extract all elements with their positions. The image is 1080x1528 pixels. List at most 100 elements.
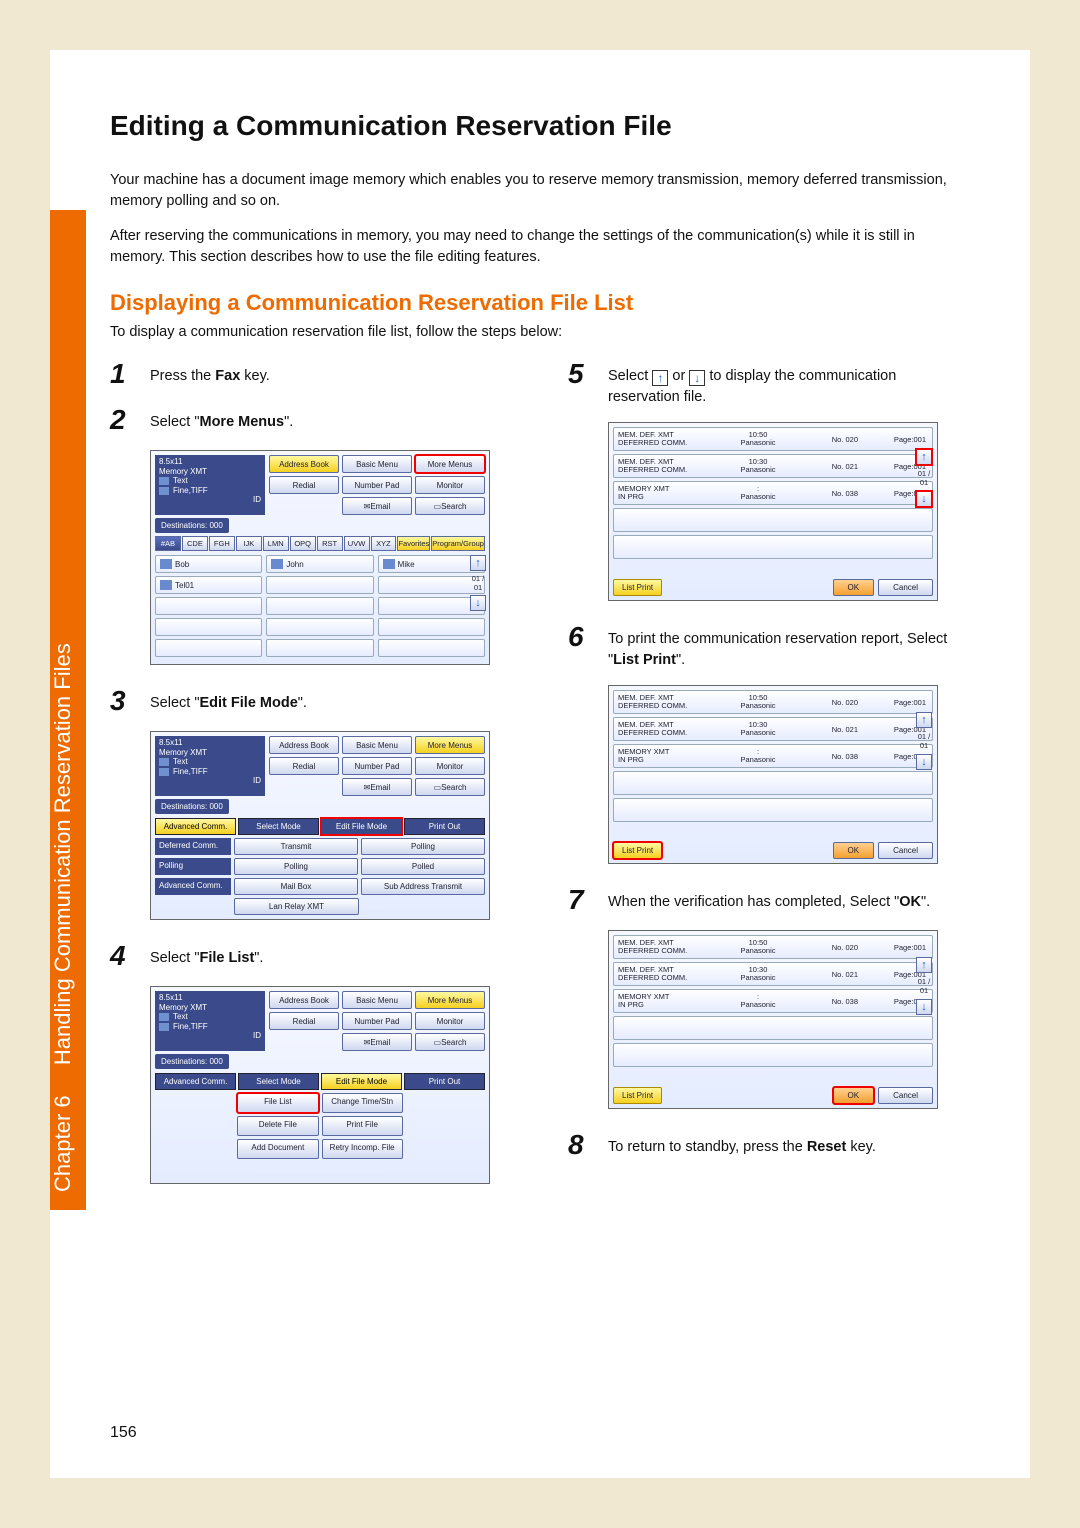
list-item[interactable]: MEM. DEF. XMTDEFERRED COMM. 10:50Panason… <box>613 427 933 451</box>
contact-cell-empty <box>378 639 485 657</box>
scroll-down-icon[interactable]: ↓ <box>916 491 932 507</box>
cancel-button[interactable]: Cancel <box>878 842 933 859</box>
contact-cell[interactable]: John <box>266 555 373 573</box>
contact-cell[interactable]: Tel01 <box>155 576 262 594</box>
select-mode-tab[interactable]: Select Mode <box>238 1073 319 1090</box>
search-button[interactable]: ▭ Search <box>415 497 485 515</box>
advanced-comm-tab[interactable]: Advanced Comm. <box>155 1073 236 1090</box>
alpha-tab[interactable]: UVW <box>344 536 370 551</box>
search-button[interactable]: ▭ Search <box>415 778 485 796</box>
change-time-stn-button[interactable]: Change Time/Stn <box>322 1093 403 1113</box>
contact-cell-empty <box>266 618 373 636</box>
list-item[interactable]: MEM. DEF. XMTDEFERRED COMM. 10:50Panason… <box>613 935 933 959</box>
step-8: 8 To return to standby, press the Reset … <box>568 1129 970 1161</box>
polled-button[interactable]: Polled <box>361 858 485 875</box>
list-item[interactable]: MEM. DEF. XMTDEFERRED COMM. 10:30Panason… <box>613 717 933 741</box>
list-item-empty <box>613 535 933 559</box>
alpha-tab[interactable]: LMN <box>263 536 289 551</box>
favorites-tab[interactable]: Favorites <box>397 536 430 551</box>
list-item[interactable]: MEMORY XMTIN PRG :Panasonic No. 038 Page… <box>613 989 933 1013</box>
monitor-button[interactable]: Monitor <box>415 757 485 775</box>
basic-menu-button[interactable]: Basic Menu <box>342 455 412 473</box>
contact-cell-empty <box>155 597 262 615</box>
alpha-tab[interactable]: RST <box>317 536 343 551</box>
alpha-tab[interactable]: IJK <box>236 536 262 551</box>
contact-cell-empty <box>155 618 262 636</box>
delete-file-button[interactable]: Delete File <box>237 1116 318 1136</box>
file-list-button[interactable]: File List <box>237 1093 318 1113</box>
alpha-tab[interactable]: OPQ <box>290 536 316 551</box>
number-pad-button[interactable]: Number Pad <box>342 757 412 775</box>
step-number: 3 <box>110 685 134 717</box>
redial-button[interactable]: Redial <box>269 476 339 494</box>
address-book-button[interactable]: Address Book <box>269 736 339 754</box>
destinations-chip[interactable]: Destinations: 000 <box>155 518 229 533</box>
list-item[interactable]: MEMORY XMTIN PRG :Panasonic No. 038 Page… <box>613 744 933 768</box>
scroll-up-icon[interactable]: ↑ <box>470 555 486 571</box>
contact-cell-empty <box>378 618 485 636</box>
intro-paragraph-2: After reserving the communications in me… <box>110 226 970 268</box>
basic-menu-button[interactable]: Basic Menu <box>342 991 412 1009</box>
sub-address-transmit-button[interactable]: Sub Address Transmit <box>361 878 485 895</box>
alpha-tab[interactable]: XYZ <box>371 536 397 551</box>
contact-cell[interactable]: Bob <box>155 555 262 573</box>
lan-relay-xmt-button[interactable]: Lan Relay XMT <box>234 898 359 915</box>
list-item[interactable]: MEM. DEF. XMTDEFERRED COMM. 10:30Panason… <box>613 454 933 478</box>
email-button[interactable]: ✉ Email <box>342 497 412 515</box>
print-out-tab[interactable]: Print Out <box>404 1073 485 1090</box>
alpha-tab[interactable]: CDE <box>182 536 208 551</box>
ok-button[interactable]: OK <box>833 1087 875 1104</box>
polling-button[interactable]: Polling <box>361 838 485 855</box>
edit-file-mode-tab[interactable]: Edit File Mode <box>321 818 402 835</box>
cancel-button[interactable]: Cancel <box>878 1087 933 1104</box>
more-menus-button[interactable]: More Menus <box>415 455 485 473</box>
print-file-button[interactable]: Print File <box>322 1116 403 1136</box>
list-print-button[interactable]: List Print <box>613 842 662 859</box>
address-book-button[interactable]: Address Book <box>269 991 339 1009</box>
ok-button[interactable]: OK <box>833 579 875 596</box>
select-mode-tab[interactable]: Select Mode <box>238 818 319 835</box>
number-pad-button[interactable]: Number Pad <box>342 476 412 494</box>
program-group-tab[interactable]: Program/Group <box>431 536 485 551</box>
row-label: Deferred Comm. <box>155 838 231 855</box>
list-print-button[interactable]: List Print <box>613 1087 662 1104</box>
add-document-button[interactable]: Add Document <box>237 1139 318 1159</box>
alpha-tab[interactable]: #AB <box>155 536 181 551</box>
alpha-tab[interactable]: FGH <box>209 536 235 551</box>
print-out-tab[interactable]: Print Out <box>404 818 485 835</box>
retry-incomp-file-button[interactable]: Retry Incomp. File <box>322 1139 403 1159</box>
cancel-button[interactable]: Cancel <box>878 579 933 596</box>
search-button[interactable]: ▭ Search <box>415 1033 485 1051</box>
list-print-button[interactable]: List Print <box>613 579 662 596</box>
destinations-chip[interactable]: Destinations: 000 <box>155 1054 229 1069</box>
scroll-down-icon[interactable]: ↓ <box>470 595 486 611</box>
scroll-up-icon[interactable]: ↑ <box>916 712 932 728</box>
polling-button[interactable]: Polling <box>234 858 358 875</box>
number-pad-button[interactable]: Number Pad <box>342 1012 412 1030</box>
address-book-button[interactable]: Address Book <box>269 455 339 473</box>
more-menus-button[interactable]: More Menus <box>415 736 485 754</box>
scroll-up-icon[interactable]: ↑ <box>916 449 932 465</box>
email-button[interactable]: ✉ Email <box>342 778 412 796</box>
scroll-down-icon[interactable]: ↓ <box>916 999 932 1015</box>
list-item[interactable]: MEMORY XMTIN PRG :Panasonic No. 038 Page… <box>613 481 933 505</box>
chapter-spine: Chapter 6 Handling Communication Reserva… <box>50 210 86 1210</box>
transmit-button[interactable]: Transmit <box>234 838 358 855</box>
list-item[interactable]: MEM. DEF. XMTDEFERRED COMM. 10:30Panason… <box>613 962 933 986</box>
redial-button[interactable]: Redial <box>269 757 339 775</box>
basic-menu-button[interactable]: Basic Menu <box>342 736 412 754</box>
mailbox-button[interactable]: Mail Box <box>234 878 358 895</box>
scroll-up-icon[interactable]: ↑ <box>916 957 932 973</box>
more-menus-button[interactable]: More Menus <box>415 991 485 1009</box>
redial-button[interactable]: Redial <box>269 1012 339 1030</box>
email-button[interactable]: ✉ Email <box>342 1033 412 1051</box>
edit-file-mode-tab[interactable]: Edit File Mode <box>321 1073 402 1090</box>
step-text: Select "Edit File Mode". <box>150 685 307 714</box>
list-item[interactable]: MEM. DEF. XMTDEFERRED COMM. 10:50Panason… <box>613 690 933 714</box>
destinations-chip[interactable]: Destinations: 000 <box>155 799 229 814</box>
advanced-comm-tab[interactable]: Advanced Comm. <box>155 818 236 835</box>
monitor-button[interactable]: Monitor <box>415 476 485 494</box>
monitor-button[interactable]: Monitor <box>415 1012 485 1030</box>
scroll-down-icon[interactable]: ↓ <box>916 754 932 770</box>
ok-button[interactable]: OK <box>833 842 875 859</box>
